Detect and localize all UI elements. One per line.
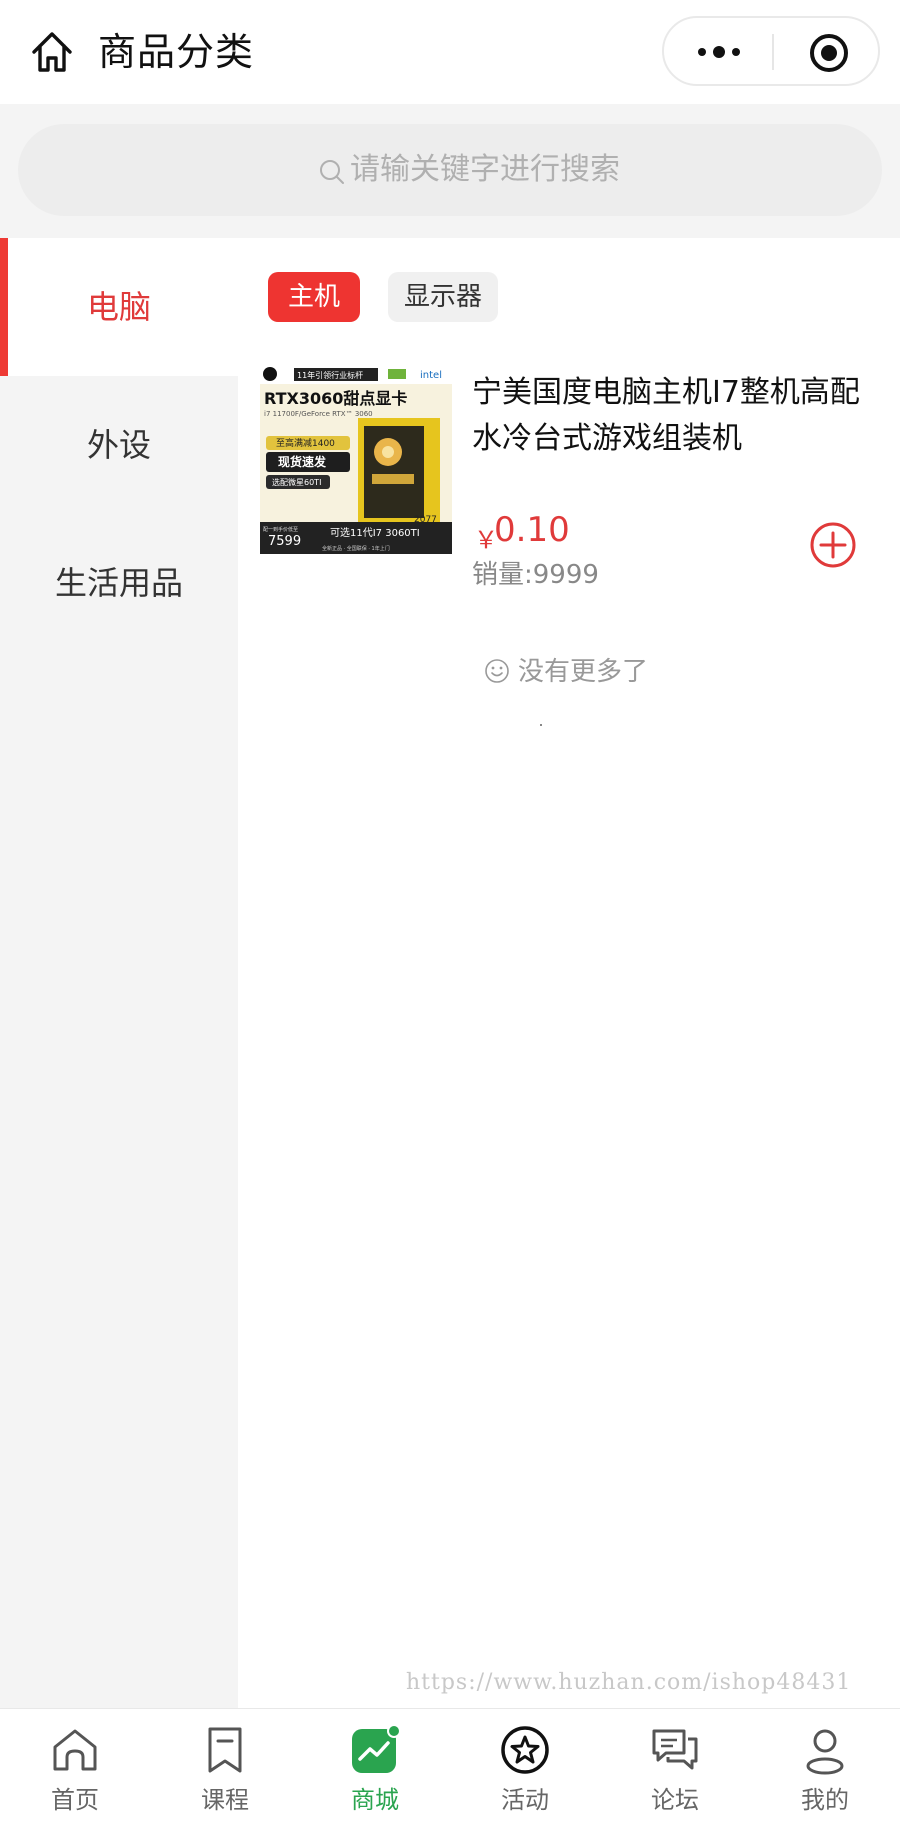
- image-price-label: 配一到手价低至: [263, 526, 298, 533]
- image-spec: i7 11700F/GeForce RTX™ 3060: [264, 410, 373, 418]
- search-icon: [320, 160, 344, 184]
- tab-mine[interactable]: 我的: [750, 1709, 900, 1825]
- image-promo-3: 选配微星60TI: [272, 477, 321, 487]
- product-title[interactable]: 宁美国度电脑主机I7整机高配水冷台式游戏组装机: [472, 370, 872, 462]
- tab-mall[interactable]: 商城: [300, 1709, 450, 1825]
- tab-label: 我的: [801, 1786, 849, 1814]
- nav-header: 商品分类: [0, 0, 900, 104]
- image-promo-1: 至高满减1400: [276, 437, 335, 449]
- image-headline: RTX3060甜点显卡: [264, 389, 407, 408]
- bookmark-icon: [208, 1727, 242, 1773]
- user-icon: [806, 1729, 844, 1775]
- active-indicator: [0, 238, 8, 376]
- search-input[interactable]: 请输关键字进行搜索: [18, 124, 882, 216]
- sidebar-item-daily-goods[interactable]: 生活用品: [0, 514, 238, 652]
- target-icon[interactable]: [808, 32, 850, 74]
- sidebar-item-label: 生活用品: [54, 564, 183, 602]
- tab-label: 课程: [201, 1786, 249, 1814]
- add-to-cart-icon[interactable]: [808, 520, 858, 570]
- page-title: 商品分类: [98, 30, 255, 74]
- watermark: https://www.huzhan.com/ishop48431: [406, 1670, 852, 1695]
- tab-label: 活动: [501, 1786, 549, 1814]
- sidebar-item-label: 外设: [86, 426, 151, 464]
- home-icon: [53, 1729, 97, 1771]
- divider-dot: [540, 724, 542, 726]
- intel-logo: intel: [420, 370, 442, 381]
- product-price: 0.10: [494, 510, 570, 550]
- menu-capsule: [662, 16, 880, 86]
- product-card[interactable]: 11年引领行业标杆 intel RTX3060甜点显卡 i7 11700F/Ge…: [260, 364, 880, 594]
- tab-label: 首页: [51, 1786, 99, 1814]
- star-icon: [501, 1726, 549, 1774]
- search-area: 请输关键字进行搜索: [0, 104, 900, 238]
- tab-activity[interactable]: 活动: [450, 1709, 600, 1825]
- image-price: 7599: [268, 534, 301, 549]
- tab-courses[interactable]: 课程: [150, 1709, 300, 1825]
- image-tags: 全新正品 · 全国联保 · 1年上门: [322, 545, 390, 552]
- search-placeholder: 请输关键字进行搜索: [350, 152, 620, 187]
- chart-icon: [352, 1725, 400, 1773]
- sidebar-item-peripherals[interactable]: 外设: [0, 376, 238, 514]
- image-bottom: 可选11代I7 3060TI: [330, 526, 420, 539]
- tab-monitor[interactable]: 显示器: [388, 272, 498, 322]
- product-image[interactable]: 11年引领行业标杆 intel RTX3060甜点显卡 i7 11700F/Ge…: [260, 364, 452, 554]
- category-sidebar: 电脑 外设 生活用品: [0, 238, 238, 1708]
- chat-icon: [652, 1729, 698, 1770]
- bottom-tabbar: 首页 课程 商城 活动 论坛 我的: [0, 1708, 900, 1825]
- tab-forum[interactable]: 论坛: [600, 1709, 750, 1825]
- sidebar-item-computer[interactable]: 电脑: [0, 238, 238, 376]
- tab-home[interactable]: 首页: [0, 1709, 150, 1825]
- tab-host[interactable]: 主机: [268, 272, 360, 322]
- home-icon[interactable]: [28, 28, 76, 76]
- capsule-divider: [772, 34, 774, 70]
- tab-label: 商城: [351, 1786, 399, 1814]
- smile-icon: [485, 659, 509, 683]
- image-badge-text: 11年引领行业标杆: [297, 370, 363, 380]
- image-promo-2: 现货速发: [278, 454, 327, 469]
- tab-label: 论坛: [651, 1786, 699, 1814]
- sidebar-item-label: 电脑: [86, 288, 151, 326]
- product-sales: 销量:9999: [472, 560, 599, 590]
- list-end-text: 没有更多了: [518, 657, 649, 687]
- more-icon[interactable]: [694, 38, 744, 66]
